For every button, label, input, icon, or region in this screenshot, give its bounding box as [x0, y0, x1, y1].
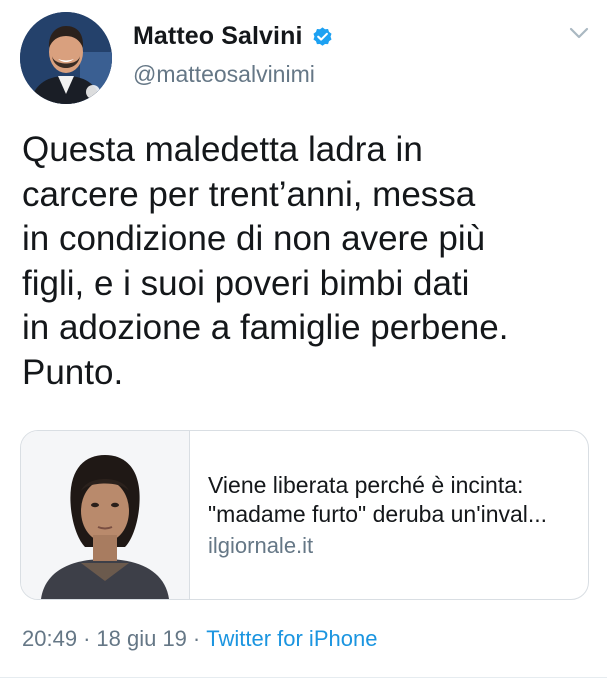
- tweet-line: Questa maledetta ladra in: [22, 130, 423, 169]
- tweet-source-link[interactable]: Twitter for iPhone: [206, 626, 377, 651]
- card-title-line: Viene liberata perché è incinta:: [208, 472, 524, 498]
- tweet-date[interactable]: 18 giu 19: [96, 626, 187, 651]
- tweet-line: figli, e i suoi poveri bimbi dati: [22, 263, 470, 303]
- divider: [0, 677, 607, 678]
- author-row[interactable]: Matteo Salvini: [133, 22, 334, 51]
- card-thumbnail: [21, 431, 190, 599]
- tweet-text: Questa maledetta ladra in carcere per tr…: [22, 128, 587, 395]
- card-title-line: "madame furto" deruba un'inval...: [208, 501, 548, 527]
- avatar[interactable]: [20, 12, 112, 104]
- author-name[interactable]: Matteo Salvini: [133, 22, 303, 51]
- meta-separator: ·: [83, 626, 91, 651]
- avatar-photo: [20, 12, 112, 104]
- tweet-line: in condizione di non avere più: [22, 219, 486, 258]
- tweet-line: in adozione a famiglie perbene.: [22, 308, 509, 347]
- tweet-line: carcere per trent’anni, messa: [22, 174, 476, 214]
- verified-badge-icon: [312, 27, 332, 46]
- card-domain: ilgiornale.it: [208, 533, 314, 558]
- chevron-down-icon[interactable]: [568, 26, 590, 40]
- card-body[interactable]: Viene liberata perché è incinta: "madame…: [208, 471, 578, 561]
- link-card[interactable]: Viene liberata perché è incinta: "madame…: [20, 430, 589, 600]
- tweet-meta: 20:49 · 18 giu 19 · Twitter for iPhone: [22, 626, 377, 652]
- author-handle[interactable]: @matteosalvinimi: [133, 61, 315, 88]
- tweet-time[interactable]: 20:49: [22, 626, 77, 651]
- tweet-line: Punto.: [22, 352, 124, 392]
- meta-separator: ·: [192, 626, 201, 651]
